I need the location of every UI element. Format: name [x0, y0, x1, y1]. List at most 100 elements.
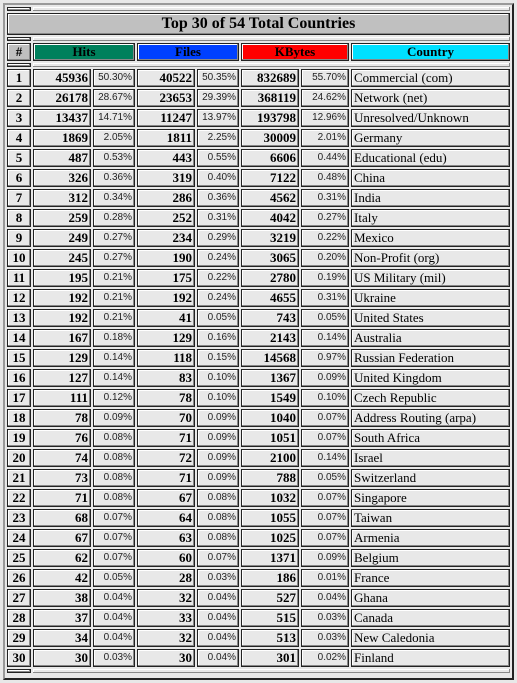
table-row: 5 487 0.53% 443 0.55% 6606 0.44% Educational (e… — [7, 149, 510, 167]
kbytes-pct-cell: 0.07% — [301, 529, 349, 547]
kbytes-cell: 1371 — [241, 549, 299, 567]
kbytes-pct-cell: 2.01% — [301, 129, 349, 147]
kbytes-cell: 527 — [241, 589, 299, 607]
files-cell: 67 — [137, 489, 195, 507]
rank-cell: 6 — [7, 169, 31, 187]
table-row: 18 78 0.09% 70 0.09% 1040 0.07% Address Routing… — [7, 409, 510, 427]
rank-cell: 29 — [7, 629, 31, 647]
header-files: Files — [137, 43, 239, 61]
kbytes-pct-cell: 0.97% — [301, 349, 349, 367]
rank-cell: 4 — [7, 129, 31, 147]
hits-pct-cell: 0.12% — [93, 389, 135, 407]
spacer-blank — [33, 37, 510, 41]
kbytes-pct-cell: 0.03% — [301, 629, 349, 647]
rank-cell: 28 — [7, 609, 31, 627]
header-kbytes: KBytes — [241, 43, 349, 61]
country-cell: United States — [351, 309, 510, 327]
hits-cell: 62 — [33, 549, 91, 567]
files-pct-cell: 0.36% — [197, 189, 239, 207]
kbytes-pct-cell: 0.09% — [301, 369, 349, 387]
files-pct-cell: 0.09% — [197, 469, 239, 487]
hits-cell: 127 — [33, 369, 91, 387]
kbytes-cell: 1040 — [241, 409, 299, 427]
files-cell: 33 — [137, 609, 195, 627]
kbytes-cell: 788 — [241, 469, 299, 487]
files-pct-cell: 0.09% — [197, 449, 239, 467]
kbytes-pct-cell: 0.27% — [301, 209, 349, 227]
hits-pct-cell: 0.08% — [93, 469, 135, 487]
files-cell: 319 — [137, 169, 195, 187]
hits-pct-cell: 0.04% — [93, 609, 135, 627]
hits-cell: 487 — [33, 149, 91, 167]
hits-cell: 259 — [33, 209, 91, 227]
table-row: 30 30 0.03% 30 0.04% 301 0.02% Finland — [7, 649, 510, 667]
table-row: 28 37 0.04% 33 0.04% 515 0.03% Canada — [7, 609, 510, 627]
files-pct-cell: 0.31% — [197, 209, 239, 227]
spacer-row — [7, 669, 510, 673]
header-hits: Hits — [33, 43, 135, 61]
hits-pct-cell: 0.04% — [93, 629, 135, 647]
table-row: 13 192 0.21% 41 0.05% 743 0.05% United States — [7, 309, 510, 327]
files-cell: 71 — [137, 469, 195, 487]
table-row: 23 68 0.07% 64 0.08% 1055 0.07% Taiwan — [7, 509, 510, 527]
table-row: 8 259 0.28% 252 0.31% 4042 0.27% Italy — [7, 209, 510, 227]
files-cell: 32 — [137, 629, 195, 647]
hits-cell: 312 — [33, 189, 91, 207]
kbytes-cell: 4655 — [241, 289, 299, 307]
files-cell: 63 — [137, 529, 195, 547]
title-row: Top 30 of 54 Total Countries — [7, 13, 510, 35]
table-row: 9 249 0.27% 234 0.29% 3219 0.22% Mexico — [7, 229, 510, 247]
table-row: 12 192 0.21% 192 0.24% 4655 0.31% Ukraine — [7, 289, 510, 307]
country-cell: Belgium — [351, 549, 510, 567]
spacer-row — [7, 7, 510, 11]
kbytes-pct-cell: 0.09% — [301, 549, 349, 567]
kbytes-cell: 743 — [241, 309, 299, 327]
files-cell: 234 — [137, 229, 195, 247]
hits-cell: 37 — [33, 609, 91, 627]
files-cell: 32 — [137, 589, 195, 607]
kbytes-cell: 2143 — [241, 329, 299, 347]
rank-cell: 3 — [7, 109, 31, 127]
kbytes-cell: 1032 — [241, 489, 299, 507]
hits-cell: 30 — [33, 649, 91, 667]
files-cell: 118 — [137, 349, 195, 367]
files-cell: 78 — [137, 389, 195, 407]
table-row: 20 74 0.08% 72 0.09% 2100 0.14% Israel — [7, 449, 510, 467]
kbytes-cell: 2100 — [241, 449, 299, 467]
hits-cell: 249 — [33, 229, 91, 247]
hits-pct-cell: 28.67% — [93, 89, 135, 107]
hits-pct-cell: 0.18% — [93, 329, 135, 347]
rank-cell: 13 — [7, 309, 31, 327]
kbytes-cell: 832689 — [241, 69, 299, 87]
rank-cell: 27 — [7, 589, 31, 607]
hits-cell: 74 — [33, 449, 91, 467]
table-row: 7 312 0.34% 286 0.36% 4562 0.31% India — [7, 189, 510, 207]
files-pct-cell: 0.24% — [197, 289, 239, 307]
rank-cell: 22 — [7, 489, 31, 507]
files-cell: 30 — [137, 649, 195, 667]
header-row: # Hits Files KBytes Country — [7, 43, 510, 61]
files-pct-cell: 0.04% — [197, 649, 239, 667]
files-cell: 1811 — [137, 129, 195, 147]
country-cell: Educational (edu) — [351, 149, 510, 167]
files-cell: 252 — [137, 209, 195, 227]
kbytes-cell: 193798 — [241, 109, 299, 127]
rank-cell: 12 — [7, 289, 31, 307]
table-row: 21 73 0.08% 71 0.09% 788 0.05% Switzerland — [7, 469, 510, 487]
hits-pct-cell: 2.05% — [93, 129, 135, 147]
country-cell: Israel — [351, 449, 510, 467]
files-pct-cell: 0.24% — [197, 249, 239, 267]
rank-cell: 16 — [7, 369, 31, 387]
kbytes-pct-cell: 0.04% — [301, 589, 349, 607]
files-pct-cell: 29.39% — [197, 89, 239, 107]
files-pct-cell: 0.04% — [197, 629, 239, 647]
table-row: 25 62 0.07% 60 0.07% 1371 0.09% Belgium — [7, 549, 510, 567]
hits-cell: 78 — [33, 409, 91, 427]
hits-pct-cell: 0.04% — [93, 589, 135, 607]
rank-cell: 10 — [7, 249, 31, 267]
country-cell: Canada — [351, 609, 510, 627]
kbytes-cell: 1549 — [241, 389, 299, 407]
country-cell: Mexico — [351, 229, 510, 247]
country-cell: Taiwan — [351, 509, 510, 527]
hits-pct-cell: 0.14% — [93, 349, 135, 367]
